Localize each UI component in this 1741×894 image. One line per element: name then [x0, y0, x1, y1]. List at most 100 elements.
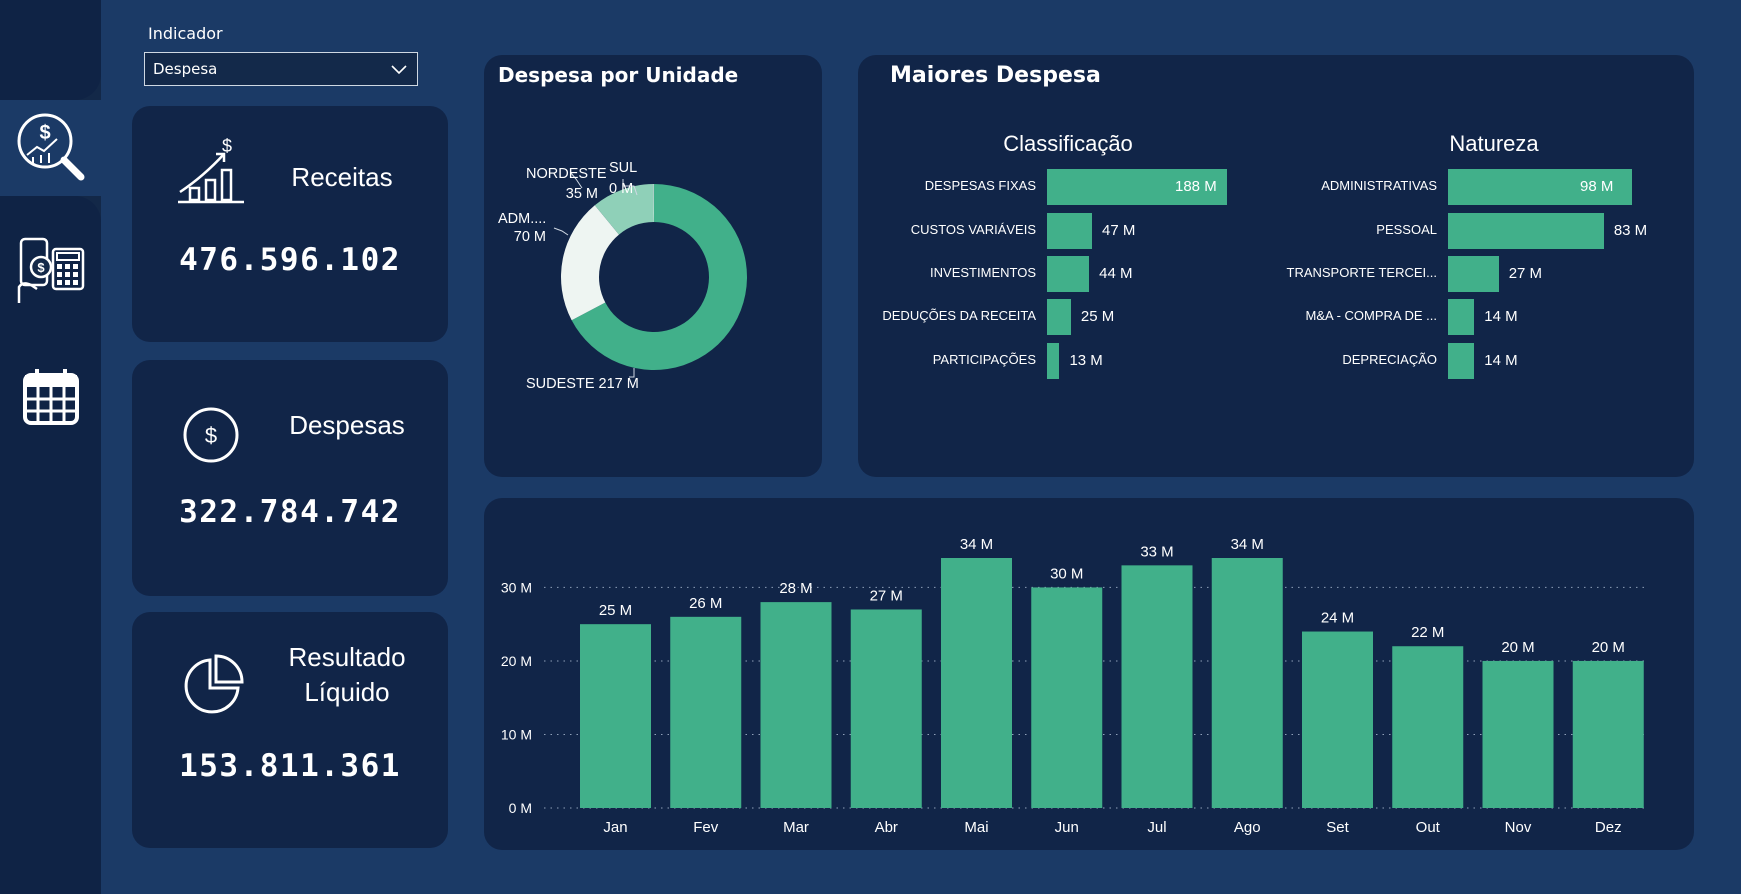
y-tick-label: 30 M — [501, 579, 532, 595]
donut-label-nordeste-value: 35 M — [566, 186, 598, 202]
month-bar[interactable] — [1302, 631, 1373, 808]
bar-label: DESPESAS FIXAS — [924, 178, 1036, 193]
chevron-down-icon — [391, 65, 407, 75]
x-tick-label: Dez — [1595, 819, 1622, 836]
bar-label: DEPRECIAÇÃO — [1342, 352, 1437, 367]
x-tick-label: Ago — [1234, 819, 1261, 836]
hbar[interactable] — [1448, 299, 1475, 335]
bar-label: PESSOAL — [1376, 222, 1437, 237]
bar-data-label: 20 M — [1592, 639, 1625, 656]
top-expenses-panel: Maiores Despesa Classificação Natureza D… — [858, 55, 1694, 477]
calendar-icon — [23, 369, 79, 425]
classificacao-title: Classificação — [1003, 131, 1133, 156]
bar-data-label: 20 M — [1501, 639, 1534, 656]
bar-data-label: 22 M — [1411, 624, 1444, 641]
hbar[interactable] — [1448, 256, 1499, 292]
month-bar[interactable] — [760, 602, 832, 808]
kpi-resultado-title-line2: Líquido — [304, 677, 390, 707]
nav-calendar-button[interactable] — [8, 354, 94, 440]
donut-panel: Despesa por Unidade NORDESTE 35 M SUL 0 … — [484, 55, 822, 477]
x-tick-label: Jan — [603, 819, 627, 836]
hbar-value: 27 M — [1508, 265, 1543, 282]
month-bar[interactable] — [1211, 558, 1283, 808]
bar-data-label: 27 M — [870, 587, 903, 604]
kpi-resultado-value: 153.811.361 — [179, 748, 401, 784]
y-tick-label: 0 M — [509, 800, 532, 816]
donut-label-sudeste: SUDESTE 217 M — [526, 376, 639, 392]
month-bar[interactable] — [1572, 660, 1644, 808]
hbar-value: 83 M — [1613, 222, 1648, 239]
kpi-despesas-title: Despesas — [289, 410, 405, 440]
bar-label: ADMINISTRATIVAS — [1321, 178, 1437, 193]
calculator-payment-icon: $ — [17, 237, 85, 303]
bar-data-label: 33 M — [1140, 543, 1173, 560]
bar-data-label: 28 M — [779, 580, 812, 597]
hbar[interactable] — [1047, 343, 1060, 379]
bar-label: M&A - COMPRA DE ... — [1305, 308, 1437, 323]
rail-top-block — [0, 0, 101, 100]
hbar-value: 13 M — [1069, 352, 1103, 369]
nav-calculator-button[interactable]: $ — [8, 228, 94, 314]
hbar-value: 188 M — [1175, 178, 1217, 195]
bar-label: TRANSPORTE TERCEI... — [1286, 265, 1438, 280]
bar-label: DEDUÇÕES DA RECEITA — [882, 308, 1036, 323]
month-bar[interactable] — [1121, 565, 1193, 808]
top-expenses-title: Maiores Despesa — [890, 63, 1101, 88]
donut-label-nordeste-name: NORDESTE — [526, 166, 607, 182]
bar-label: PARTICIPAÇÕES — [932, 352, 1036, 367]
hbar[interactable] — [1047, 213, 1092, 249]
svg-text:$: $ — [205, 423, 217, 448]
hbar-value: 14 M — [1484, 352, 1518, 369]
hbar[interactable] — [1047, 256, 1090, 292]
natureza-title: Natureza — [1449, 131, 1539, 156]
month-bar[interactable] — [670, 616, 742, 808]
kpi-card-resultado: Resultado Líquido 153.811.361 — [132, 612, 448, 848]
finance-analysis-icon: $ — [17, 113, 85, 181]
month-bar[interactable] — [1482, 660, 1554, 808]
month-bar[interactable] — [941, 558, 1012, 808]
svg-text:$: $ — [39, 122, 50, 144]
x-tick-label: Nov — [1505, 819, 1532, 836]
adm-leader-line — [553, 227, 569, 236]
hbar[interactable] — [1448, 343, 1475, 379]
dollar-coin-icon: $ — [183, 407, 239, 463]
x-tick-label: Set — [1326, 819, 1349, 836]
nav-finance-analysis-button[interactable]: $ — [8, 104, 94, 190]
hbar-value: 44 M — [1099, 265, 1133, 282]
svg-text:$: $ — [37, 260, 45, 275]
x-tick-label: Mai — [964, 819, 988, 836]
y-tick-label: 10 M — [501, 726, 532, 742]
donut-label-adm-value: 70 M — [514, 229, 546, 245]
kpi-card-receitas: $ Receitas 476.596.102 — [132, 106, 448, 342]
left-nav-rail: $ $ — [0, 0, 101, 894]
kpi-despesas-value: 322.784.742 — [179, 494, 401, 530]
indicator-label: Indicador — [148, 24, 223, 43]
bar-data-label: 34 M — [960, 536, 993, 553]
bar-data-label: 34 M — [1231, 536, 1264, 553]
month-bar[interactable] — [850, 609, 922, 808]
month-bar[interactable] — [1031, 587, 1103, 808]
monthly-expense-chart: 0 M 10 M 20 M 30 M 25 M Jan 26 M Fev 28 M Mar 27 M… — [501, 536, 1649, 836]
hbar-value: 25 M — [1080, 308, 1115, 325]
x-tick-label: Jun — [1055, 819, 1079, 836]
hbar-value: 98 M — [1580, 178, 1614, 195]
monthly-expense-panel: 0 M 10 M 20 M 30 M 25 M Jan 26 M Fev 28 M Mar 27 M… — [484, 498, 1694, 850]
bar-data-label: 25 M — [599, 602, 632, 619]
bar-label: CUSTOS VARIÁVEIS — [910, 222, 1036, 237]
pie-chart-icon — [184, 654, 244, 714]
donut-label-adm-name: ADM.... — [498, 211, 546, 227]
growth-chart-icon: $ — [178, 136, 244, 204]
indicator-dropdown[interactable]: Despesa — [144, 52, 418, 86]
x-tick-label: Jul — [1147, 819, 1166, 836]
month-bar[interactable] — [1392, 646, 1464, 808]
month-bar[interactable] — [580, 624, 651, 808]
hbar[interactable] — [1047, 299, 1071, 335]
donut-chart: NORDESTE 35 M SUL 0 M ADM.... 70 M SUDES… — [498, 160, 747, 392]
x-tick-label: Mar — [783, 819, 809, 836]
hbar-value: 47 M — [1102, 222, 1136, 239]
bar-data-label: 30 M — [1050, 565, 1083, 582]
bar-data-label: 24 M — [1321, 610, 1354, 627]
hbar[interactable] — [1448, 213, 1604, 249]
donut-label-sul-value: 0 M — [609, 181, 633, 197]
kpi-resultado-title-line1: Resultado — [288, 642, 406, 672]
